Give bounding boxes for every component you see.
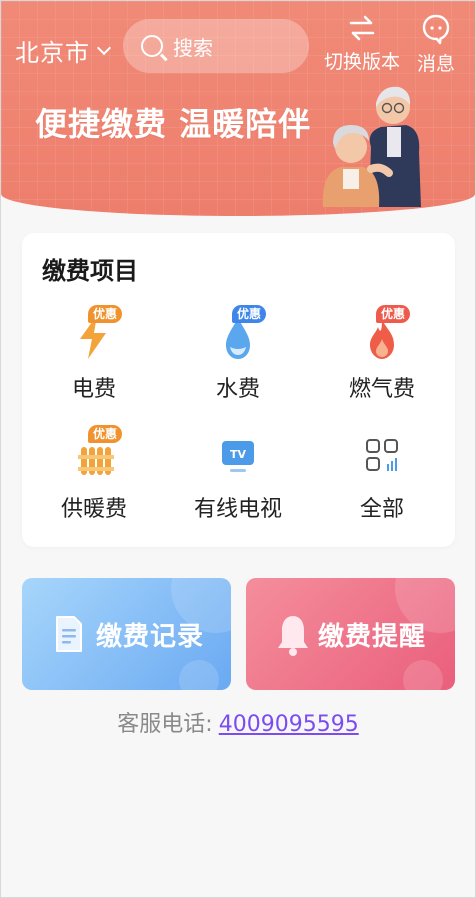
decor-circle [403,660,443,690]
tv-icon: TV [208,425,268,485]
payment-item-heating[interactable]: 优惠 供暖费 [34,425,154,525]
payment-record-button[interactable]: 缴费记录 [22,578,231,690]
discount-badge: 优惠 [232,305,267,323]
discount-badge: 优惠 [376,305,411,323]
payment-record-label: 缴费记录 [96,622,205,652]
switch-version-button[interactable]: 切换版本 [321,13,403,79]
radiator-icon: 优惠 [64,425,124,485]
city-selector[interactable]: 北京市 [15,33,112,68]
search-input[interactable]: 搜索 [123,19,309,73]
message-bubble-icon [422,14,450,45]
customer-service: 客服电话: 4009095595 [1,706,475,738]
payment-item-label: 供暖费 [60,497,127,522]
messages-label: 消息 [416,53,455,75]
slogan-text: 便捷缴费 温暖陪伴 [35,105,312,143]
payment-items-card: 缴费项目 优惠 电费 优惠 水费 优惠 燃气费 优惠 供暖费 TV 有线电视 全… [22,233,455,547]
water-drop-icon: 优惠 [208,305,268,365]
elderly-couple-illustration [322,86,421,207]
payment-item-electricity[interactable]: 优惠 电费 [34,305,154,405]
payment-item-label: 电费 [71,377,116,402]
payment-items-title: 缴费项目 [42,257,138,285]
payment-reminder-button[interactable]: 缴费提醒 [246,578,455,690]
payment-item-label: 燃气费 [348,377,415,402]
svg-text:TV: TV [230,448,247,461]
bell-icon [278,616,308,656]
discount-badge: 优惠 [88,305,123,323]
app-frame: 北京市 搜索 切换版本 消息 便捷缴费 温暖陪伴 缴费项目 优惠 电费 优惠 水… [0,0,476,898]
customer-service-label: 客服电话: [117,712,213,737]
decor-circle [179,660,219,690]
switch-version-label: 切换版本 [323,51,400,73]
header-banner: 北京市 搜索 切换版本 消息 便捷缴费 温暖陪伴 [1,1,475,216]
payment-item-water[interactable]: 优惠 水费 [178,305,298,405]
payment-item-label: 有线电视 [193,497,282,522]
payment-item-label: 水费 [215,377,260,402]
switch-arrows-icon [349,15,375,41]
payment-reminder-label: 缴费提醒 [318,622,427,652]
messages-button[interactable]: 消息 [411,13,461,79]
search-placeholder: 搜索 [173,35,213,60]
grid-apps-icon [352,425,412,485]
payment-item-label: 全部 [359,497,404,522]
payment-item-cable-tv[interactable]: TV 有线电视 [178,425,298,525]
lightning-icon: 优惠 [64,305,124,365]
customer-service-phone-link[interactable]: 4009095595 [219,712,359,737]
payment-item-gas[interactable]: 优惠 燃气费 [322,305,442,405]
search-icon [141,35,163,57]
flame-icon: 优惠 [352,305,412,365]
payment-item-all[interactable]: 全部 [322,425,442,525]
chevron-down-icon [96,40,112,55]
discount-badge: 优惠 [88,425,123,443]
city-label: 北京市 [15,39,90,67]
document-icon [56,616,82,652]
